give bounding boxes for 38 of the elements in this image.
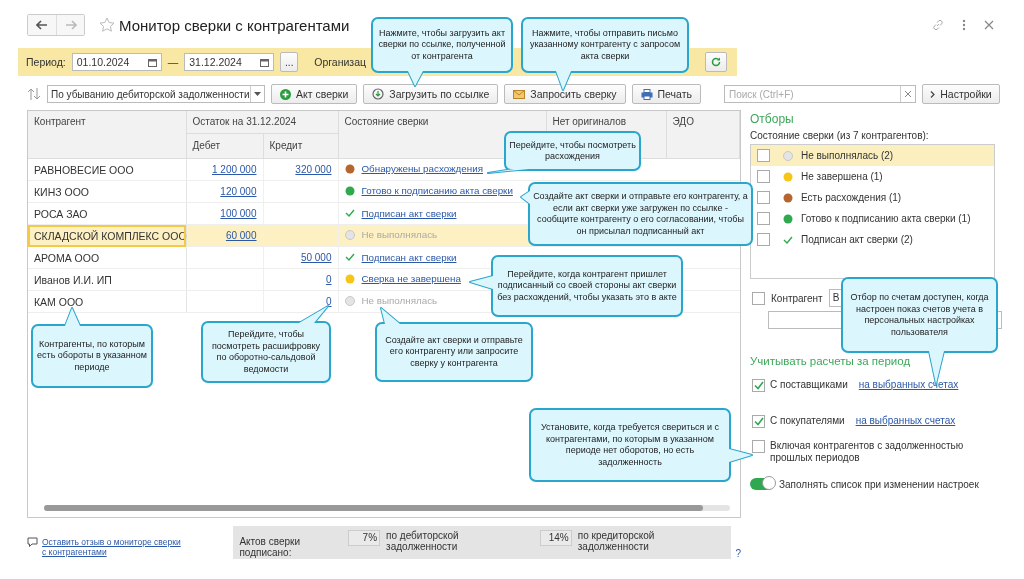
table-cell: АРОМА ООО [28,246,186,269]
percent-field: 7% [348,530,381,546]
hint-tooltip: Перейдите, чтобы посмотреть расшифровку по оборотно-сальдовой ведомости [200,304,332,384]
status-label: Подписан акт сверки (2) [801,234,913,245]
toggle-label: Заполнять список при изменении настроек [779,478,979,490]
period-label: Период: [26,56,66,68]
hint-tooltip: Нажмите, чтобы загрузить акт сверки по ссылке, полученной от контрагента [370,16,514,88]
section-title: Отборы [750,112,795,126]
percent-label: по кредиторской задолженности [577,530,656,552]
table-cell: Иванов И.И. ИП [28,268,186,291]
hint-tooltip: Перейдите, чтобы посмотреть расхождения [486,130,642,175]
status-label: Готово к подписанию акта сверки (1) [801,213,971,224]
table-cell: РАВНОВЕСИЕ ООО [28,158,186,181]
table-cell: КИНЗ ООО [28,180,186,203]
hint-tooltip: Установите, когда требуется свериться и с контрагентами, по которым в указанном периоде нет оборотов, но есть задолженность [528,407,754,483]
status-text: Не выполнялась [361,229,438,241]
status-label: Не завершена (1) [801,171,883,182]
option-label: С покупателями [770,415,845,427]
signed-label: Актов сверки подписано: [239,535,301,558]
table-cell: РОСА ЗАО [28,202,186,225]
status-label: Есть расхождения (1) [801,192,902,203]
hint-tooltip: Создайте акт сверки и отправьте его контрагенту, а если акт сверки уже загружен по ссылке - сообщите контрагенту о его согласовании, чтобы он присылал подписанный акт [519,181,754,247]
section-title: Учитывать расчеты за период [750,355,912,367]
column-header: Остаток на 31.12.2024 [186,111,338,134]
option-label: С поставщиками [770,379,848,391]
organization-label: Организац [314,56,367,68]
hint-tooltip: Создайте акт сверки и отправьте его контрагенту или запросите сверку у контрагента [374,306,534,383]
hint-tooltip: Контрагенты, по которым есть обороты в указанном периоде [30,306,154,389]
window-title: Монитор сверки с контрагентами [119,16,350,34]
percent-label: по дебиторской задолженности [386,530,460,552]
status-label: Не выполнялась (2) [801,150,894,161]
hint-tooltip: Перейдите, когда контрагент пришлет подписанный со своей стороны акт сверки без расхождений, чтобы указать это в акте [468,254,684,318]
option-label: Включая контрагентов с задолженностью прошлых периодов [770,440,965,464]
percent-field: 14% [539,530,572,546]
status-caption: Состояние сверки (из 7 контрагентов): [750,130,930,141]
status-text: Не выполнялась [361,295,438,307]
counterparty-label: Контрагент [771,292,823,304]
date-separator: — [167,56,179,68]
